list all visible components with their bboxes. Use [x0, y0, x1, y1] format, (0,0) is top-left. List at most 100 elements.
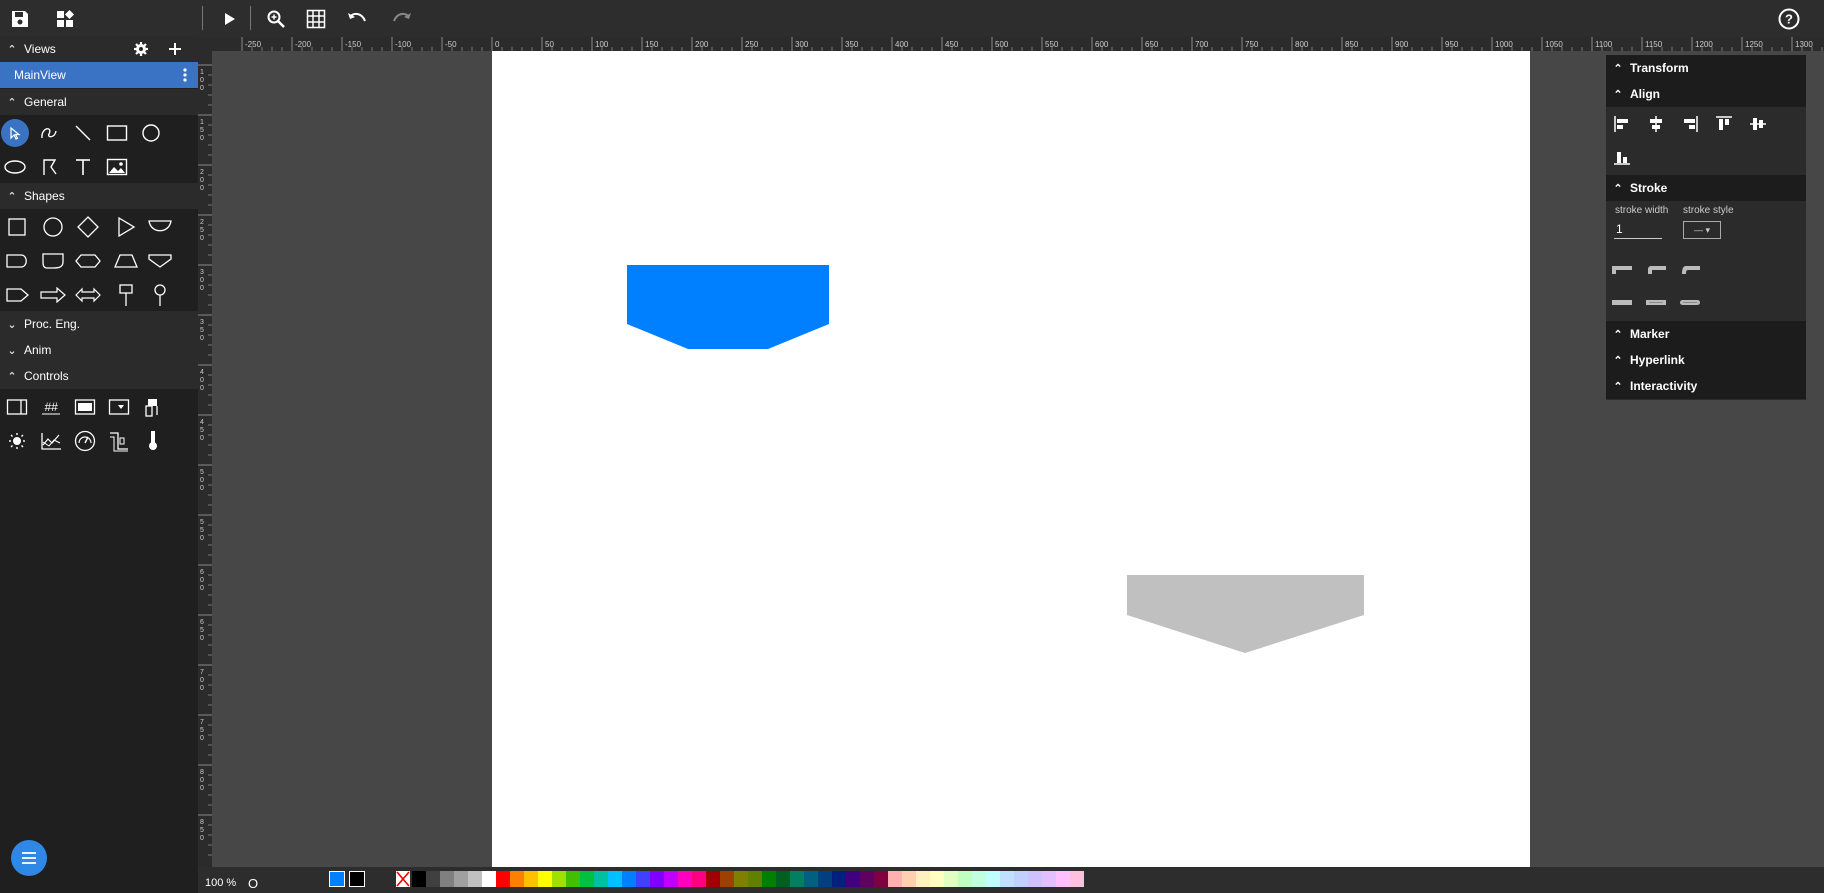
ruler-tick-label: 150: [200, 119, 204, 142]
horizontal-ruler: -250 -200 -150 -100 -50 0 50 100 150 200 250 300 350…: [210, 37, 1824, 51]
stroke-section-header[interactable]: ⌃ Stroke: [1606, 175, 1806, 201]
palette-color-swatch[interactable]: [776, 871, 790, 887]
ruler-tick-label: 400: [200, 369, 204, 392]
palette-color-swatch[interactable]: [650, 871, 664, 887]
palette-color-swatch[interactable]: [804, 871, 818, 887]
palette-color-swatch[interactable]: [496, 871, 510, 887]
line-join-round-icon[interactable]: [1678, 291, 1702, 315]
palette-color-swatch[interactable]: [678, 871, 692, 887]
no-color-swatch[interactable]: [396, 871, 410, 887]
ruler-tick-label: 600: [200, 569, 204, 592]
palette-color-swatch[interactable]: [468, 871, 482, 887]
palette-color-swatch[interactable]: [510, 871, 524, 887]
palette-color-swatch[interactable]: [972, 871, 986, 887]
gray-funnel-shape[interactable]: [1127, 575, 1364, 653]
ruler-tick-label: 300: [200, 269, 204, 292]
palette-color-swatch[interactable]: [664, 871, 678, 887]
blue-funnel-shape[interactable]: [627, 265, 829, 349]
palette-color-swatch[interactable]: [762, 871, 776, 887]
palette-color-swatch[interactable]: [1070, 871, 1084, 887]
line-join-bevel-icon[interactable]: [1644, 291, 1668, 315]
palette-color-swatch[interactable]: [566, 871, 580, 887]
hyperlink-label: Hyperlink: [1630, 353, 1685, 367]
ruler-tick-label: 650: [200, 619, 204, 642]
align-left-icon[interactable]: [1610, 112, 1634, 136]
ruler-tick-label: -150: [345, 40, 362, 49]
hyperlink-section-header[interactable]: ⌃ Hyperlink: [1606, 347, 1806, 373]
ruler-tick-label: 1050: [1545, 40, 1563, 49]
ruler-tick-label: 1200: [1695, 40, 1713, 49]
palette-color-swatch[interactable]: [426, 871, 440, 887]
no-color-icon: [396, 871, 410, 887]
palette-color-swatch[interactable]: [748, 871, 762, 887]
ruler-tick-label: 1300: [1795, 40, 1813, 49]
palette-color-swatch[interactable]: [552, 871, 566, 887]
canvas-shapes-layer: [627, 265, 1364, 653]
palette-color-swatch[interactable]: [706, 871, 720, 887]
palette-color-swatch[interactable]: [944, 871, 958, 887]
palette-color-swatch[interactable]: [440, 871, 454, 887]
palette-color-swatch[interactable]: [734, 871, 748, 887]
ruler-tick-label: 1150: [1645, 40, 1663, 49]
palette-color-swatch[interactable]: [930, 871, 944, 887]
palette-color-swatch[interactable]: [580, 871, 594, 887]
palette-color-swatch[interactable]: [608, 871, 622, 887]
align-label: Align: [1630, 87, 1660, 101]
align-middle-icon[interactable]: [1746, 112, 1770, 136]
line-cap-butt-icon[interactable]: [1610, 258, 1634, 282]
ruler-tick-label: 700: [200, 669, 204, 692]
chevron-up-icon: ⌃: [1613, 62, 1623, 75]
ruler-tick-label: -200: [295, 40, 312, 49]
fill-color-swatch[interactable]: [329, 871, 345, 887]
interactivity-section-header[interactable]: ⌃ Interactivity: [1606, 373, 1806, 399]
transform-section-header[interactable]: ⌃ Transform: [1606, 55, 1806, 81]
stroke-width-label: stroke width: [1615, 205, 1669, 216]
palette-color-swatch[interactable]: [720, 871, 734, 887]
palette-color-swatch[interactable]: [524, 871, 538, 887]
palette-color-swatch[interactable]: [790, 871, 804, 887]
stroke-style-select[interactable]: — ▾: [1683, 221, 1721, 239]
palette-color-swatch[interactable]: [482, 871, 496, 887]
ruler-tick-label: 0: [495, 40, 500, 49]
palette-color-swatch[interactable]: [888, 871, 902, 887]
palette-color-swatch[interactable]: [636, 871, 650, 887]
align-top-icon[interactable]: [1712, 112, 1736, 136]
palette-color-swatch[interactable]: [454, 871, 468, 887]
stroke-label: Stroke: [1630, 181, 1668, 195]
align-center-icon[interactable]: [1644, 112, 1668, 136]
palette-color-swatch[interactable]: [412, 871, 426, 887]
palette-color-swatch[interactable]: [622, 871, 636, 887]
ruler-tick-label: -250: [245, 40, 262, 49]
align-bottom-icon[interactable]: [1610, 145, 1634, 169]
align-section-header[interactable]: ⌃ Align: [1606, 81, 1806, 107]
palette-color-swatch[interactable]: [916, 871, 930, 887]
zoom-reset-button[interactable]: O: [248, 876, 258, 891]
align-right-icon[interactable]: [1678, 112, 1702, 136]
palette-color-swatch[interactable]: [958, 871, 972, 887]
ruler-tick-label: 250: [200, 219, 204, 242]
palette-color-swatch[interactable]: [1000, 871, 1014, 887]
palette-color-swatch[interactable]: [1056, 871, 1070, 887]
palette-color-swatch[interactable]: [1028, 871, 1042, 887]
palette-color-swatch[interactable]: [832, 871, 846, 887]
ruler-tick-label: 750: [200, 719, 204, 742]
palette-color-swatch[interactable]: [902, 871, 916, 887]
palette-color-swatch[interactable]: [818, 871, 832, 887]
palette-color-swatch[interactable]: [1014, 871, 1028, 887]
ruler-tick-label: 50: [545, 40, 554, 49]
palette-color-swatch[interactable]: [692, 871, 706, 887]
marker-section-header[interactable]: ⌃ Marker: [1606, 321, 1806, 347]
palette-color-swatch[interactable]: [986, 871, 1000, 887]
palette-color-swatch[interactable]: [860, 871, 874, 887]
line-cap-round-icon[interactable]: [1644, 258, 1668, 282]
transform-label: Transform: [1630, 61, 1689, 75]
line-cap-square-icon[interactable]: [1678, 258, 1702, 282]
palette-color-swatch[interactable]: [874, 871, 888, 887]
palette-color-swatch[interactable]: [846, 871, 860, 887]
palette-color-swatch[interactable]: [594, 871, 608, 887]
palette-color-swatch[interactable]: [1042, 871, 1056, 887]
palette-color-swatch[interactable]: [538, 871, 552, 887]
stroke-color-swatch[interactable]: [349, 871, 365, 887]
line-join-miter-icon[interactable]: [1610, 291, 1634, 315]
stroke-width-input[interactable]: [1614, 219, 1662, 239]
